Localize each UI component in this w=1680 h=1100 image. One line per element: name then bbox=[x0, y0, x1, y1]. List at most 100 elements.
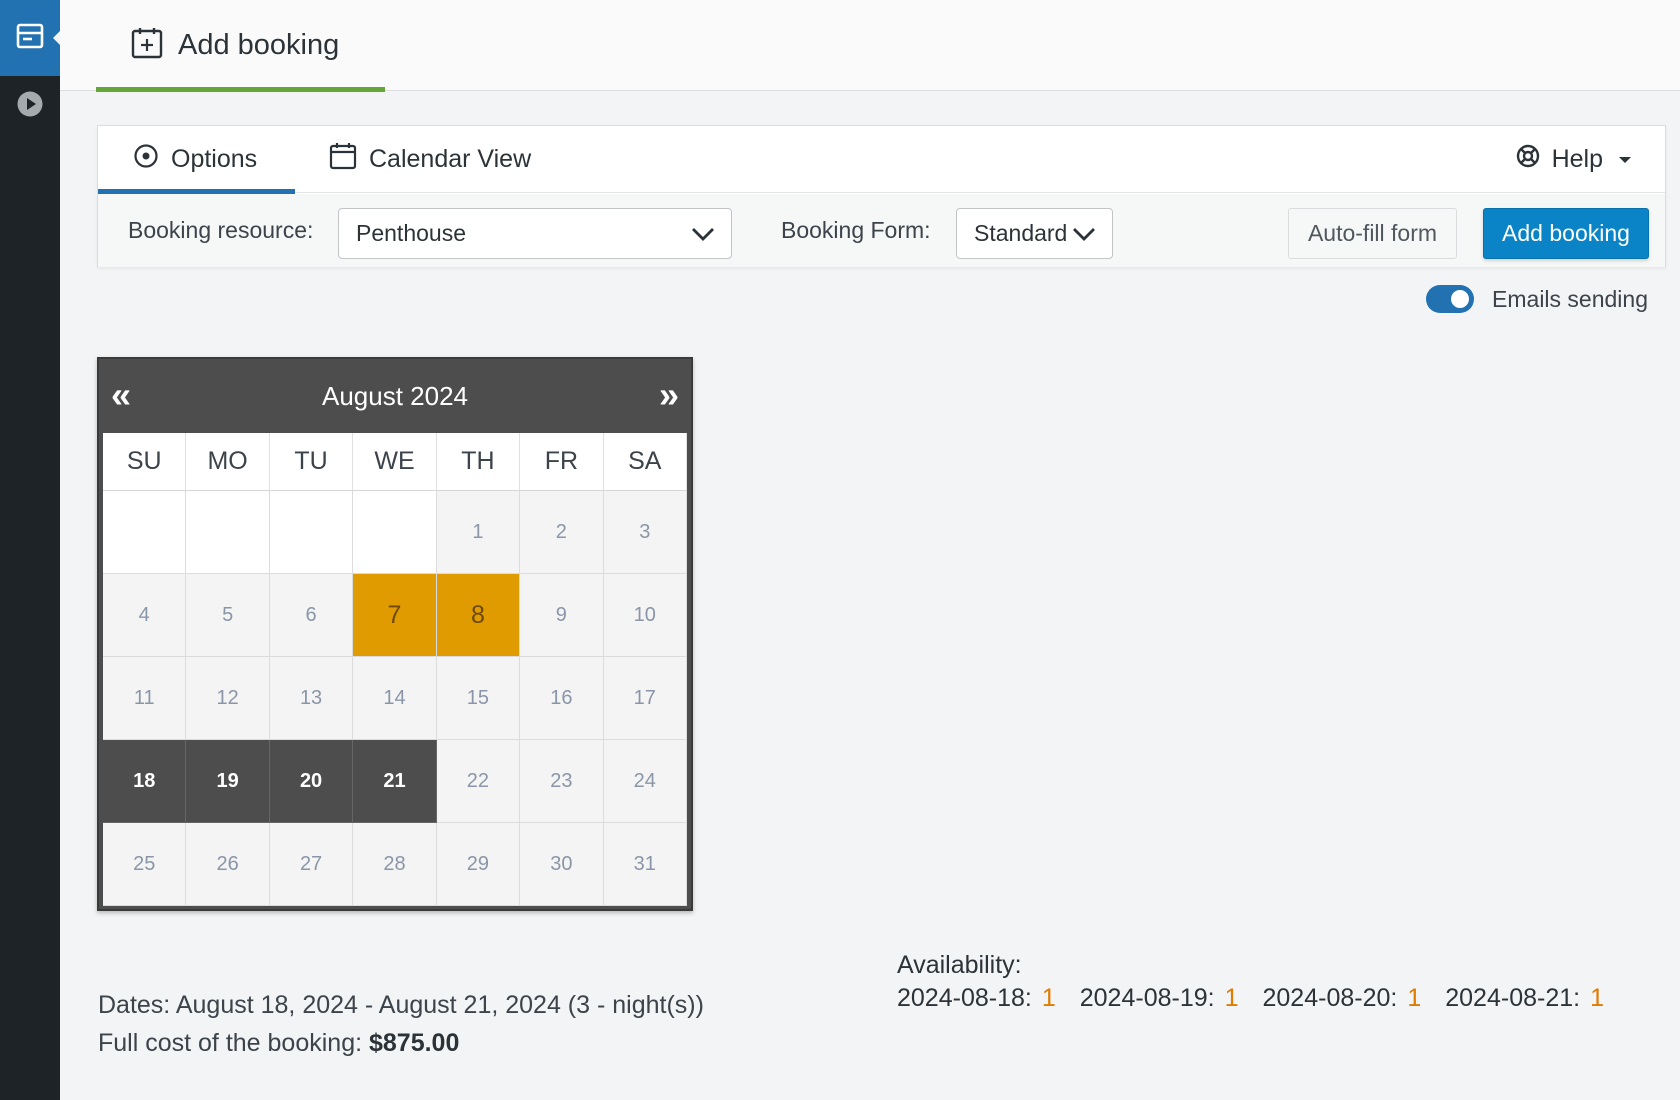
availability-item: 2024-08-19: 1 bbox=[1079, 984, 1239, 1012]
calendar-day-19[interactable]: 19 bbox=[186, 740, 270, 823]
calendar-empty-cell bbox=[186, 491, 270, 574]
next-month-icon[interactable]: » bbox=[659, 375, 679, 415]
calendar-add-icon bbox=[130, 26, 164, 65]
weekday-header: WE bbox=[353, 433, 437, 491]
page-title: Add booking bbox=[178, 29, 340, 61]
caret-down-icon bbox=[1619, 156, 1631, 163]
calendar-day-18[interactable]: 18 bbox=[103, 740, 187, 823]
booking-resource-select[interactable]: Penthouse bbox=[338, 208, 732, 259]
calendar-day-8[interactable]: 8 bbox=[436, 574, 521, 657]
toggle-knob bbox=[1451, 290, 1470, 308]
help-label: Help bbox=[1551, 145, 1603, 173]
calendar-day-27[interactable]: 27 bbox=[269, 823, 354, 906]
sidebar-item-media[interactable] bbox=[0, 76, 60, 136]
add-booking-button[interactable]: Add booking bbox=[1483, 208, 1649, 259]
calendar-empty-cell bbox=[353, 491, 437, 574]
target-icon bbox=[133, 143, 159, 176]
dates-label: Dates: bbox=[98, 991, 171, 1019]
dates-value: August 18, 2024 - August 21, 2024 (3 - n… bbox=[175, 991, 704, 1019]
emails-sending-label: Emails sending bbox=[1492, 285, 1648, 312]
calendar-day-30[interactable]: 30 bbox=[520, 823, 604, 906]
calendar-day-7[interactable]: 7 bbox=[353, 574, 437, 657]
calendar-day-2[interactable]: 2 bbox=[520, 491, 604, 574]
calendar-day-5[interactable]: 5 bbox=[186, 574, 270, 657]
availability-date: 2024-08-21 bbox=[1445, 984, 1574, 1012]
calendar-day-15[interactable]: 15 bbox=[436, 657, 521, 740]
booking-form-value: Standard bbox=[974, 220, 1068, 246]
calendar-day-26[interactable]: 26 bbox=[186, 823, 270, 906]
weekday-header: SA bbox=[603, 433, 687, 491]
prev-month-icon[interactable]: « bbox=[111, 375, 131, 415]
availability-date: 2024-08-20 bbox=[1262, 984, 1391, 1012]
availability-item: 2024-08-20: 1 bbox=[1262, 984, 1422, 1012]
chevron-down-icon bbox=[1072, 223, 1096, 251]
calendar-empty-cell bbox=[269, 491, 354, 574]
calendar-month-title: August 2024 bbox=[321, 380, 468, 411]
calendar-day-29[interactable]: 29 bbox=[436, 823, 521, 906]
calendar-day-11[interactable]: 11 bbox=[103, 657, 187, 740]
tab-calendar-view[interactable]: Calendar View bbox=[329, 126, 531, 193]
availability-title: Availability: bbox=[897, 951, 1022, 979]
availability-count: 1 bbox=[1407, 984, 1422, 1012]
calendar-header: « August 2024 » bbox=[99, 359, 691, 433]
calendar-day-9[interactable]: 9 bbox=[520, 574, 604, 657]
calendar-day-3[interactable]: 3 bbox=[603, 491, 687, 574]
calendar-day-31[interactable]: 31 bbox=[603, 823, 687, 906]
availability-date: 2024-08-18 bbox=[897, 984, 1025, 1012]
calendar-day-21[interactable]: 21 bbox=[353, 740, 437, 823]
availability-item: 2024-08-18: 1 bbox=[897, 984, 1056, 1012]
weekday-header: MO bbox=[186, 433, 270, 491]
calendar-empty-cell bbox=[103, 491, 187, 574]
calendar-day-24[interactable]: 24 bbox=[603, 740, 687, 823]
booking-panel-icon bbox=[16, 22, 44, 55]
weekday-header: TU bbox=[269, 433, 354, 491]
calendar-day-16[interactable]: 16 bbox=[520, 657, 604, 740]
availability-count: 1 bbox=[1590, 984, 1604, 1012]
panel-tabs: Options Calendar View Help bbox=[98, 126, 1665, 194]
availability-section: Availability: 2024-08-18: 1 2024-08-19: 1 20… bbox=[897, 948, 1604, 1014]
booking-summary: Dates: August 18, 2024 - August 21, 2024… bbox=[98, 986, 704, 1062]
calendar-day-28[interactable]: 28 bbox=[353, 823, 437, 906]
cost-value: $875.00 bbox=[369, 1029, 460, 1057]
cost-label: Full cost of the booking: bbox=[98, 1029, 363, 1057]
tab-options[interactable]: Options bbox=[98, 126, 295, 194]
calendar-day-14[interactable]: 14 bbox=[353, 657, 437, 740]
dates-line: Dates: August 18, 2024 - August 21, 2024… bbox=[98, 986, 704, 1024]
availability-count: 1 bbox=[1224, 984, 1239, 1012]
emails-sending-toggle[interactable] bbox=[1426, 285, 1475, 313]
calendar-day-1[interactable]: 1 bbox=[436, 491, 521, 574]
availability-date: 2024-08-19 bbox=[1079, 984, 1208, 1012]
availability-count: 1 bbox=[1041, 984, 1056, 1012]
calendar-day-17[interactable]: 17 bbox=[603, 657, 687, 740]
tab-add-booking[interactable]: Add booking bbox=[96, 0, 385, 92]
booking-form-select[interactable]: Standard bbox=[956, 208, 1113, 259]
page-header: Add booking bbox=[60, 0, 1680, 92]
calendar-icon bbox=[329, 142, 357, 177]
help-dropdown[interactable]: Help bbox=[1516, 126, 1631, 193]
calendar-day-22[interactable]: 22 bbox=[436, 740, 521, 823]
booking-form-label: Booking Form: bbox=[781, 217, 931, 243]
booking-resource-label: Booking resource: bbox=[128, 217, 314, 243]
calendar-day-13[interactable]: 13 bbox=[269, 657, 354, 740]
calendar-day-10[interactable]: 10 bbox=[603, 574, 687, 657]
availability-list: 2024-08-18: 1 2024-08-19: 1 2024-08-20: 1 2024… bbox=[897, 982, 1604, 1014]
calendar-day-6[interactable]: 6 bbox=[269, 574, 354, 657]
active-tab-indicator bbox=[96, 87, 385, 92]
calendar-day-25[interactable]: 25 bbox=[103, 823, 187, 906]
booking-options-panel: Options Calendar View Help Booking resou… bbox=[97, 125, 1666, 267]
cost-line: Full cost of the booking: $875.00 bbox=[98, 1024, 704, 1062]
weekday-header: TH bbox=[436, 433, 521, 491]
calendar-day-20[interactable]: 20 bbox=[269, 740, 354, 823]
tab-calendar-view-label: Calendar View bbox=[369, 145, 532, 173]
calendar-day-12[interactable]: 12 bbox=[186, 657, 270, 740]
emails-sending-control: Emails sending bbox=[1426, 285, 1648, 313]
calendar-day-4[interactable]: 4 bbox=[103, 574, 187, 657]
calendar-day-23[interactable]: 23 bbox=[520, 740, 604, 823]
auto-fill-form-button[interactable]: Auto-fill form bbox=[1288, 208, 1457, 259]
admin-sidebar bbox=[0, 0, 60, 1100]
booking-resource-value: Penthouse bbox=[356, 220, 466, 246]
sidebar-item-booking[interactable] bbox=[0, 0, 60, 76]
availability-item: 2024-08-21: 1 bbox=[1445, 984, 1604, 1012]
calendar-grid: SU MO TU WE TH FR SA 1 2 3 4 5 6 7 8 9 10 11 12 13 14 15 16 17 1… bbox=[103, 433, 687, 906]
weekday-header: FR bbox=[520, 433, 604, 491]
